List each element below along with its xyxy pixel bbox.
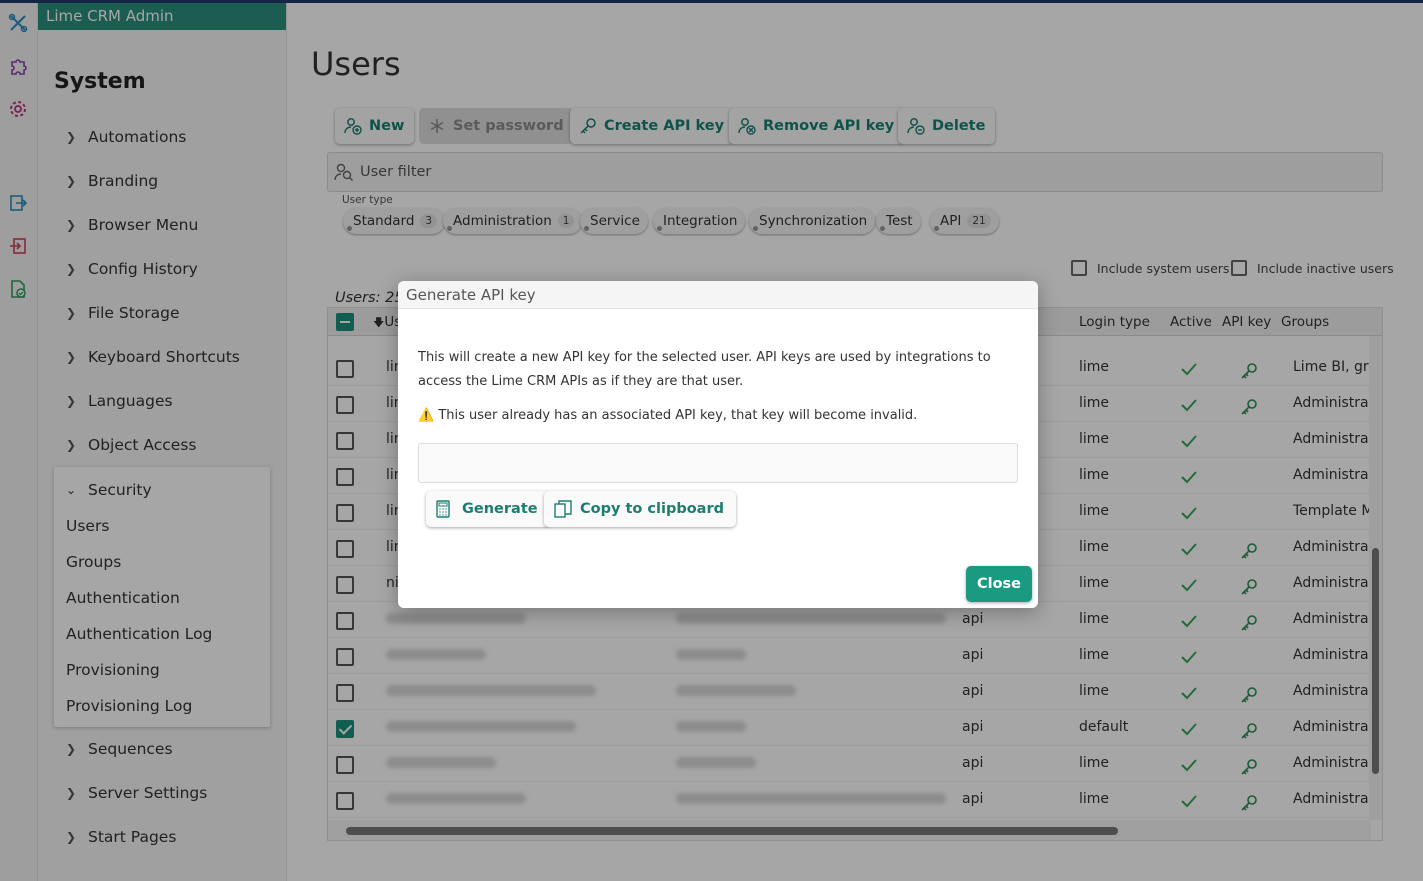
dialog-title: Generate API key <box>398 281 1038 309</box>
calculator-icon <box>436 500 454 518</box>
api-key-field[interactable] <box>418 443 1018 483</box>
close-button[interactable]: Close <box>966 566 1032 602</box>
copy-to-clipboard-button[interactable]: Copy to clipboard <box>544 491 736 527</box>
generate-button[interactable]: Generate <box>426 491 550 527</box>
generate-api-key-dialog: Generate API key This will create a new … <box>398 281 1038 608</box>
dialog-warning: ⚠️ This user already has an associated A… <box>418 408 918 423</box>
dialog-description: This will create a new API key for the s… <box>418 350 991 389</box>
copy-icon <box>554 500 572 518</box>
